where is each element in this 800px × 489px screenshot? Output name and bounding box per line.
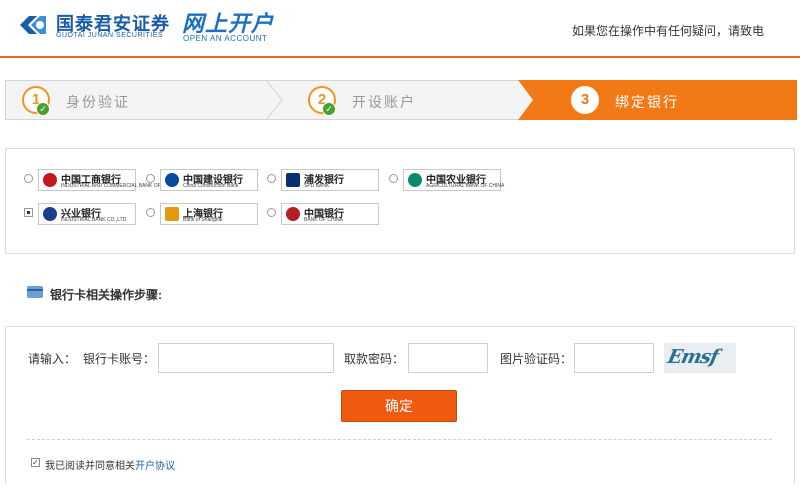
bank-radio[interactable] [146, 174, 155, 183]
step-identity: 1 ✓ 身份验证 [6, 81, 266, 119]
dashed-divider [27, 439, 772, 440]
step-label: 身份验证 [66, 94, 130, 110]
password-input[interactable] [408, 343, 488, 373]
bank-name-en: BANK OF CHINA [304, 217, 343, 223]
help-hotline-text: 如果您在操作中有任何疑问，请致电 [571, 24, 764, 38]
bank-radio[interactable] [267, 208, 276, 217]
bank-option-icbc[interactable]: 中国工商银行 INDUSTRIAL AND COMMERCIAL BANK OF… [24, 169, 178, 191]
bank-name-en: INDUSTRIAL BANK CO.,LTD. [61, 217, 128, 223]
step-separator-icon [265, 80, 283, 120]
password-label: 取款密码： [344, 352, 405, 366]
bank-radio[interactable] [267, 174, 276, 183]
bank-option-bos[interactable]: 上海银行 Bank of Shanghai [146, 203, 261, 225]
bank-name-en: Bank of Shanghai [183, 217, 223, 223]
ccb-logo-icon [165, 173, 179, 187]
captcha-text: Emsf [665, 346, 720, 368]
bank-name-en: SPD BANK [304, 183, 330, 189]
agreement-label: 我已阅读并同意相关 [45, 461, 135, 472]
header-divider [0, 56, 800, 58]
bos-logo-icon [165, 207, 179, 221]
bank-logo[interactable]: 兴业银行 INDUSTRIAL BANK CO.,LTD. [38, 203, 136, 225]
bank-logo[interactable]: 上海银行 Bank of Shanghai [160, 203, 258, 225]
prompt-label: 请输入： [28, 352, 77, 366]
cib-logo-icon [43, 207, 57, 221]
bank-logo[interactable]: 浦发银行 SPD BANK [281, 169, 379, 191]
bank-option-spdb[interactable]: 浦发银行 SPD BANK [267, 169, 382, 191]
bank-radio[interactable] [146, 208, 155, 217]
step-label: 绑定银行 [615, 94, 679, 110]
bank-logo[interactable]: 中国银行 BANK OF CHINA [281, 203, 379, 225]
progress-steps: 1 ✓ 身份验证 2 ✓ 开设账户 3 绑定银行 [5, 80, 797, 120]
bank-logo[interactable]: 中国工商银行 INDUSTRIAL AND COMMERCIAL BANK OF… [38, 169, 178, 191]
bank-name-en: China Construction Bank [183, 183, 239, 189]
bank-option-abc[interactable]: 中国农业银行 AGRICULTURAL BANK OF CHINA [389, 169, 504, 191]
section-title: 银行卡相关操作步骤: [50, 288, 162, 302]
abc-logo-icon [408, 173, 422, 187]
captcha-label: 图片验证码： [500, 352, 573, 366]
step-label: 开设账户 [352, 94, 416, 110]
check-icon: ✓ [36, 102, 50, 116]
card-number-label: 银行卡账号： [83, 352, 156, 366]
agreement-text: 我已阅读并同意相关开户协议 [45, 457, 175, 472]
agreement-link[interactable]: 开户协议 [135, 461, 175, 472]
bank-radio-selected[interactable] [24, 208, 33, 217]
step-number: 3 [571, 86, 599, 114]
captcha-input[interactable] [574, 343, 654, 373]
bank-logo[interactable]: 中国农业银行 AGRICULTURAL BANK OF CHINA [403, 169, 505, 191]
company-name-en: GUOTAI JUNAN SECURITIES [56, 32, 164, 39]
bank-selection-panel: 中国工商银行 INDUSTRIAL AND COMMERCIAL BANK OF… [5, 148, 795, 254]
step-open-account: 2 ✓ 开设账户 [286, 81, 526, 119]
step-bind-bank: 3 绑定银行 [533, 81, 795, 119]
spdb-logo-icon [286, 173, 300, 187]
boc-logo-icon [286, 207, 300, 221]
bank-card-icon [27, 286, 43, 298]
check-icon: ✓ [322, 102, 336, 116]
open-account-subtitle: OPEN AN ACCOUNT [183, 34, 268, 43]
bank-option-boc[interactable]: 中国银行 BANK OF CHINA [267, 203, 382, 225]
card-number-input[interactable] [158, 343, 334, 373]
bank-logo[interactable]: 中国建设银行 China Construction Bank [160, 169, 258, 191]
agree-checkbox[interactable]: ✓ [31, 458, 40, 467]
guotai-logo-icon [20, 16, 46, 34]
captcha-image[interactable]: Emsf [664, 343, 736, 373]
confirm-button[interactable]: 确定 [341, 390, 457, 422]
bank-radio[interactable] [389, 174, 398, 183]
page-header: 国泰君安证券 GUOTAI JUNAN SECURITIES 网上开户 OPEN… [0, 0, 800, 56]
icbc-logo-icon [43, 173, 57, 187]
bank-option-ccb[interactable]: 中国建设银行 China Construction Bank [146, 169, 261, 191]
bank-option-cib[interactable]: 兴业银行 INDUSTRIAL BANK CO.,LTD. [24, 203, 139, 225]
bank-radio[interactable] [24, 174, 33, 183]
bank-name-en: AGRICULTURAL BANK OF CHINA [426, 183, 505, 189]
